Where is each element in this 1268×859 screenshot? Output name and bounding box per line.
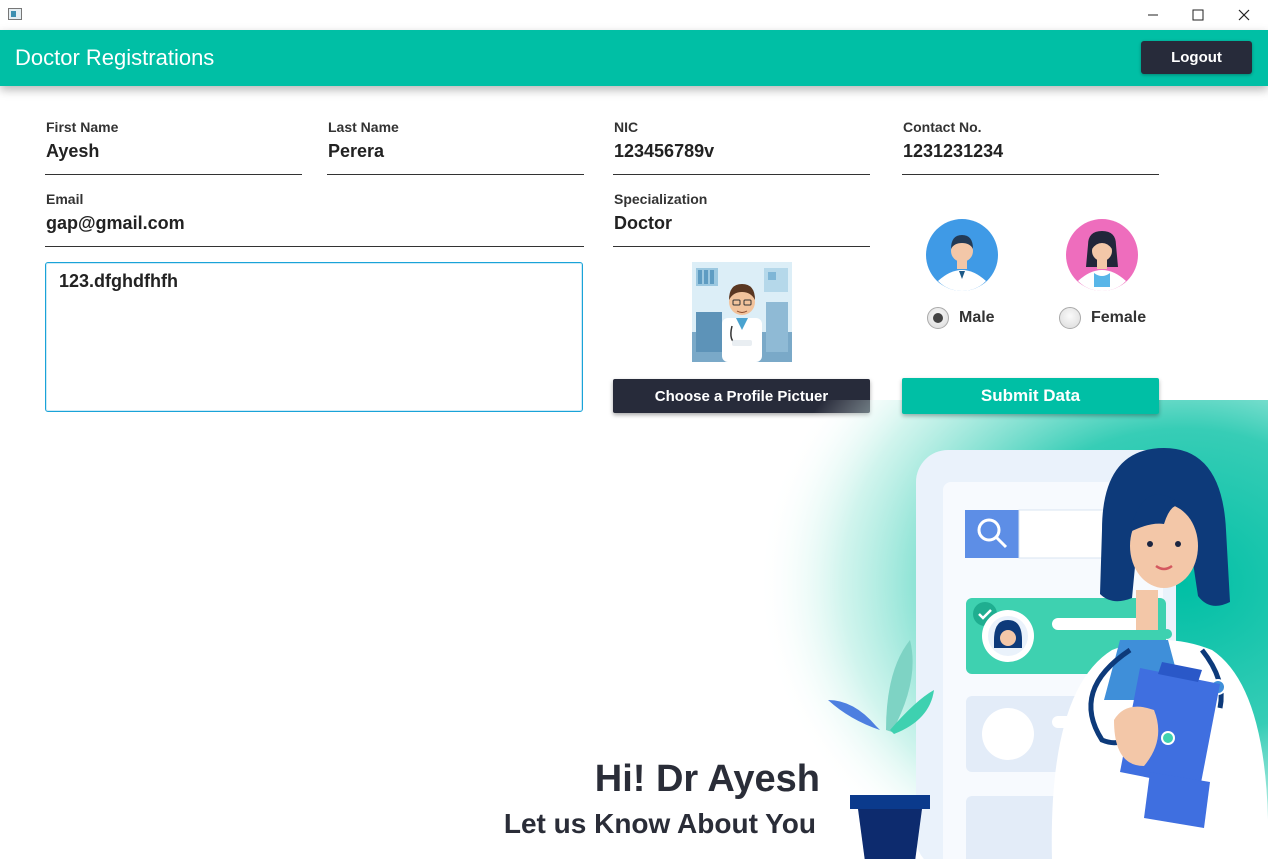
submit-data-button[interactable]: Submit Data xyxy=(902,378,1159,414)
specialization-field[interactable]: Specialization Doctor xyxy=(613,191,870,247)
minimize-button[interactable] xyxy=(1130,0,1176,30)
profile-picture xyxy=(692,262,792,362)
female-radio-button[interactable] xyxy=(1059,307,1081,329)
male-doctor-avatar-icon xyxy=(926,219,998,291)
specialization-value: Doctor xyxy=(614,213,672,233)
female-radio-label: Female xyxy=(1091,309,1147,326)
female-doctor-avatar-icon xyxy=(1066,219,1138,291)
email-label: Email xyxy=(46,191,84,207)
male-radio-button[interactable] xyxy=(927,307,949,329)
window-title-bar xyxy=(0,0,1268,30)
minimize-icon xyxy=(1148,14,1158,16)
nic-value: 123456789v xyxy=(614,141,715,161)
search-icon xyxy=(965,510,1019,558)
contact-label: Contact No. xyxy=(903,119,982,135)
gender-female-radio[interactable]: Female xyxy=(1059,307,1146,329)
first-name-label: First Name xyxy=(46,119,119,135)
app-header: Doctor Registrations Logout xyxy=(0,30,1268,86)
male-radio-label: Male xyxy=(959,309,995,326)
maximize-button[interactable] xyxy=(1175,0,1221,30)
greeting-title: Hi! Dr Ayesh xyxy=(594,758,820,800)
close-icon xyxy=(1238,9,1250,21)
specialization-label: Specialization xyxy=(614,191,708,207)
greeting-subtitle: Let us Know About You xyxy=(503,808,816,839)
contact-value: 1231231234 xyxy=(903,141,1004,161)
nic-field[interactable]: NIC 123456789v xyxy=(613,119,870,175)
maximize-icon xyxy=(1192,9,1204,21)
contact-field[interactable]: Contact No. 1231231234 xyxy=(902,119,1159,175)
gender-male-radio[interactable]: Male xyxy=(927,307,995,329)
nic-label: NIC xyxy=(614,119,639,135)
address-textarea[interactable]: 123.dfghdfhfh xyxy=(45,262,583,412)
last-name-value: Perera xyxy=(328,141,385,161)
last-name-label: Last Name xyxy=(328,119,399,135)
page-title: Doctor Registrations xyxy=(15,45,215,70)
email-field[interactable]: Email gap@gmail.com xyxy=(45,191,584,247)
first-name-field[interactable]: First Name Ayesh xyxy=(45,119,302,175)
first-name-value: Ayesh xyxy=(46,141,100,161)
close-button[interactable] xyxy=(1221,0,1267,30)
email-value: gap@gmail.com xyxy=(46,213,185,233)
app-window-icon xyxy=(8,8,22,20)
logout-button[interactable]: Logout xyxy=(1141,41,1252,74)
address-value: 123.dfghdfhfh xyxy=(59,271,178,291)
last-name-field[interactable]: Last Name Perera xyxy=(327,119,584,175)
